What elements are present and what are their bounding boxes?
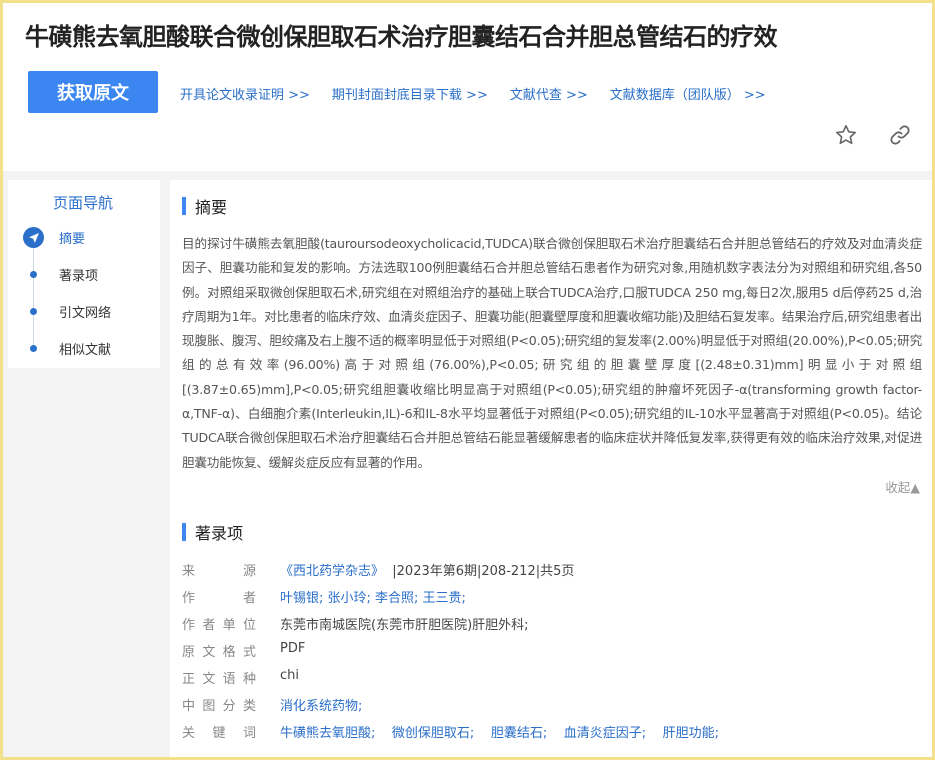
link-icon[interactable] <box>888 123 912 147</box>
record-key: 关键词 <box>182 726 256 741</box>
abstract-heading: 摘要 <box>182 196 228 217</box>
page-navigation: 页面导航 摘要 著录项 引文网络 相似文献 <box>8 180 160 368</box>
nav-item-record[interactable]: 著录项 <box>8 262 158 286</box>
record-key: 作者单位 <box>182 618 256 633</box>
nav-item-label: 相似文献 <box>59 343 112 358</box>
link-certificate[interactable]: 开具论文收录证明 >> <box>180 84 310 103</box>
record-text: 东莞市南城医院(东莞市肝胆医院)肝胆外科; <box>280 618 529 633</box>
link-database-team[interactable]: 文献数据库（团队版） >> <box>610 84 766 103</box>
record-value: 牛磺熊去氧胆酸; 微创保胆取石; 胆囊结石; 血清炎症因子; 肝胆功能; <box>280 722 719 741</box>
record-text: PDF <box>280 641 306 656</box>
get-fulltext-button[interactable]: 获取原文 <box>28 71 158 113</box>
record-row: 关键词 牛磺熊去氧胆酸; 微创保胆取石; 胆囊结石; 血清炎症因子; 肝胆功能; <box>182 722 922 749</box>
nav-item-label: 引文网络 <box>59 306 112 321</box>
section-bar <box>182 523 186 541</box>
section-title: 摘要 <box>195 198 228 217</box>
record-row: 原文格式 PDF <box>182 641 922 668</box>
link-document-delivery[interactable]: 文献代查 >> <box>510 84 588 103</box>
nav-item-similar-docs[interactable]: 相似文献 <box>8 336 158 360</box>
record-row: 中图分类 消化系统药物; <box>182 695 922 722</box>
record-row: 正文语种 chi <box>182 668 922 695</box>
record-row: 作者 叶锡银; 张小玲; 李合照; 王三贵; <box>182 587 922 614</box>
nav-item-abstract[interactable]: 摘要 <box>8 225 158 249</box>
record-value: PDF <box>280 641 305 656</box>
record-link[interactable]: 叶锡银; 张小玲; 李合照; 王三贵; <box>280 591 466 606</box>
record-row: 作者单位 东莞市南城医院(东莞市肝胆医院)肝胆外科; <box>182 614 922 641</box>
record-row: 来源 《西北药学杂志》 |2023年第6期|208-212|共5页 <box>182 560 922 587</box>
record-value: chi <box>280 668 299 683</box>
action-icons <box>834 123 912 147</box>
record-text: chi <box>280 668 299 683</box>
record-value: 叶锡银; 张小玲; 李合照; 王三贵; <box>280 587 466 606</box>
record-key: 中图分类 <box>182 699 256 714</box>
nav-dot <box>30 308 37 315</box>
section-bar <box>182 197 186 215</box>
record-heading: 著录项 <box>182 522 244 543</box>
record-key: 正文语种 <box>182 672 256 687</box>
record-text: |2023年第6期|208-212|共5页 <box>384 564 575 579</box>
service-links: 开具论文收录证明 >> 期刊封面封底目录下载 >> 文献代查 >> 文献数据库（… <box>180 84 788 103</box>
record-value: 东莞市南城医院(东莞市肝胆医院)肝胆外科; <box>280 614 529 633</box>
page-title: 牛磺熊去氧胆酸联合微创保胆取石术治疗胆囊结石合并胆总管结石的疗效 <box>25 23 778 51</box>
star-icon[interactable] <box>834 123 858 147</box>
record-link[interactable]: 消化系统药物; <box>280 699 362 714</box>
nav-item-label: 摘要 <box>59 232 86 247</box>
navigation-arrow-icon <box>23 227 44 248</box>
abstract-text: 目的探讨牛磺熊去氧胆酸(tauroursodeoxycholicacid,TUD… <box>182 236 922 470</box>
record-key: 来源 <box>182 564 256 579</box>
record-value: 《西北药学杂志》 |2023年第6期|208-212|共5页 <box>280 560 574 579</box>
nav-item-citation-network[interactable]: 引文网络 <box>8 299 158 323</box>
link-cover-download[interactable]: 期刊封面封底目录下载 >> <box>332 84 488 103</box>
nav-timeline <box>33 238 34 350</box>
article-header: 牛磺熊去氧胆酸联合微创保胆取石术治疗胆囊结石合并胆总管结石的疗效 获取原文 开具… <box>3 3 932 171</box>
nav-item-label: 著录项 <box>59 269 99 284</box>
nav-dot <box>30 345 37 352</box>
section-title: 著录项 <box>195 524 244 543</box>
record-key: 原文格式 <box>182 645 256 660</box>
collapse-button[interactable]: 收起▲ <box>885 477 920 496</box>
nav-title: 页面导航 <box>52 194 113 212</box>
nav-dot <box>30 271 37 278</box>
record-key: 作者 <box>182 591 256 606</box>
main-content: 摘要 目的探讨牛磺熊去氧胆酸(tauroursodeoxycholicacid,… <box>170 180 932 760</box>
record-link[interactable]: 牛磺熊去氧胆酸; 微创保胆取石; 胆囊结石; 血清炎症因子; 肝胆功能; <box>280 726 719 741</box>
record-value: 消化系统药物; <box>280 695 362 714</box>
record-table: 来源 《西北药学杂志》 |2023年第6期|208-212|共5页作者 叶锡银; 张… <box>182 560 922 749</box>
record-link[interactable]: 《西北药学杂志》 <box>280 564 384 579</box>
